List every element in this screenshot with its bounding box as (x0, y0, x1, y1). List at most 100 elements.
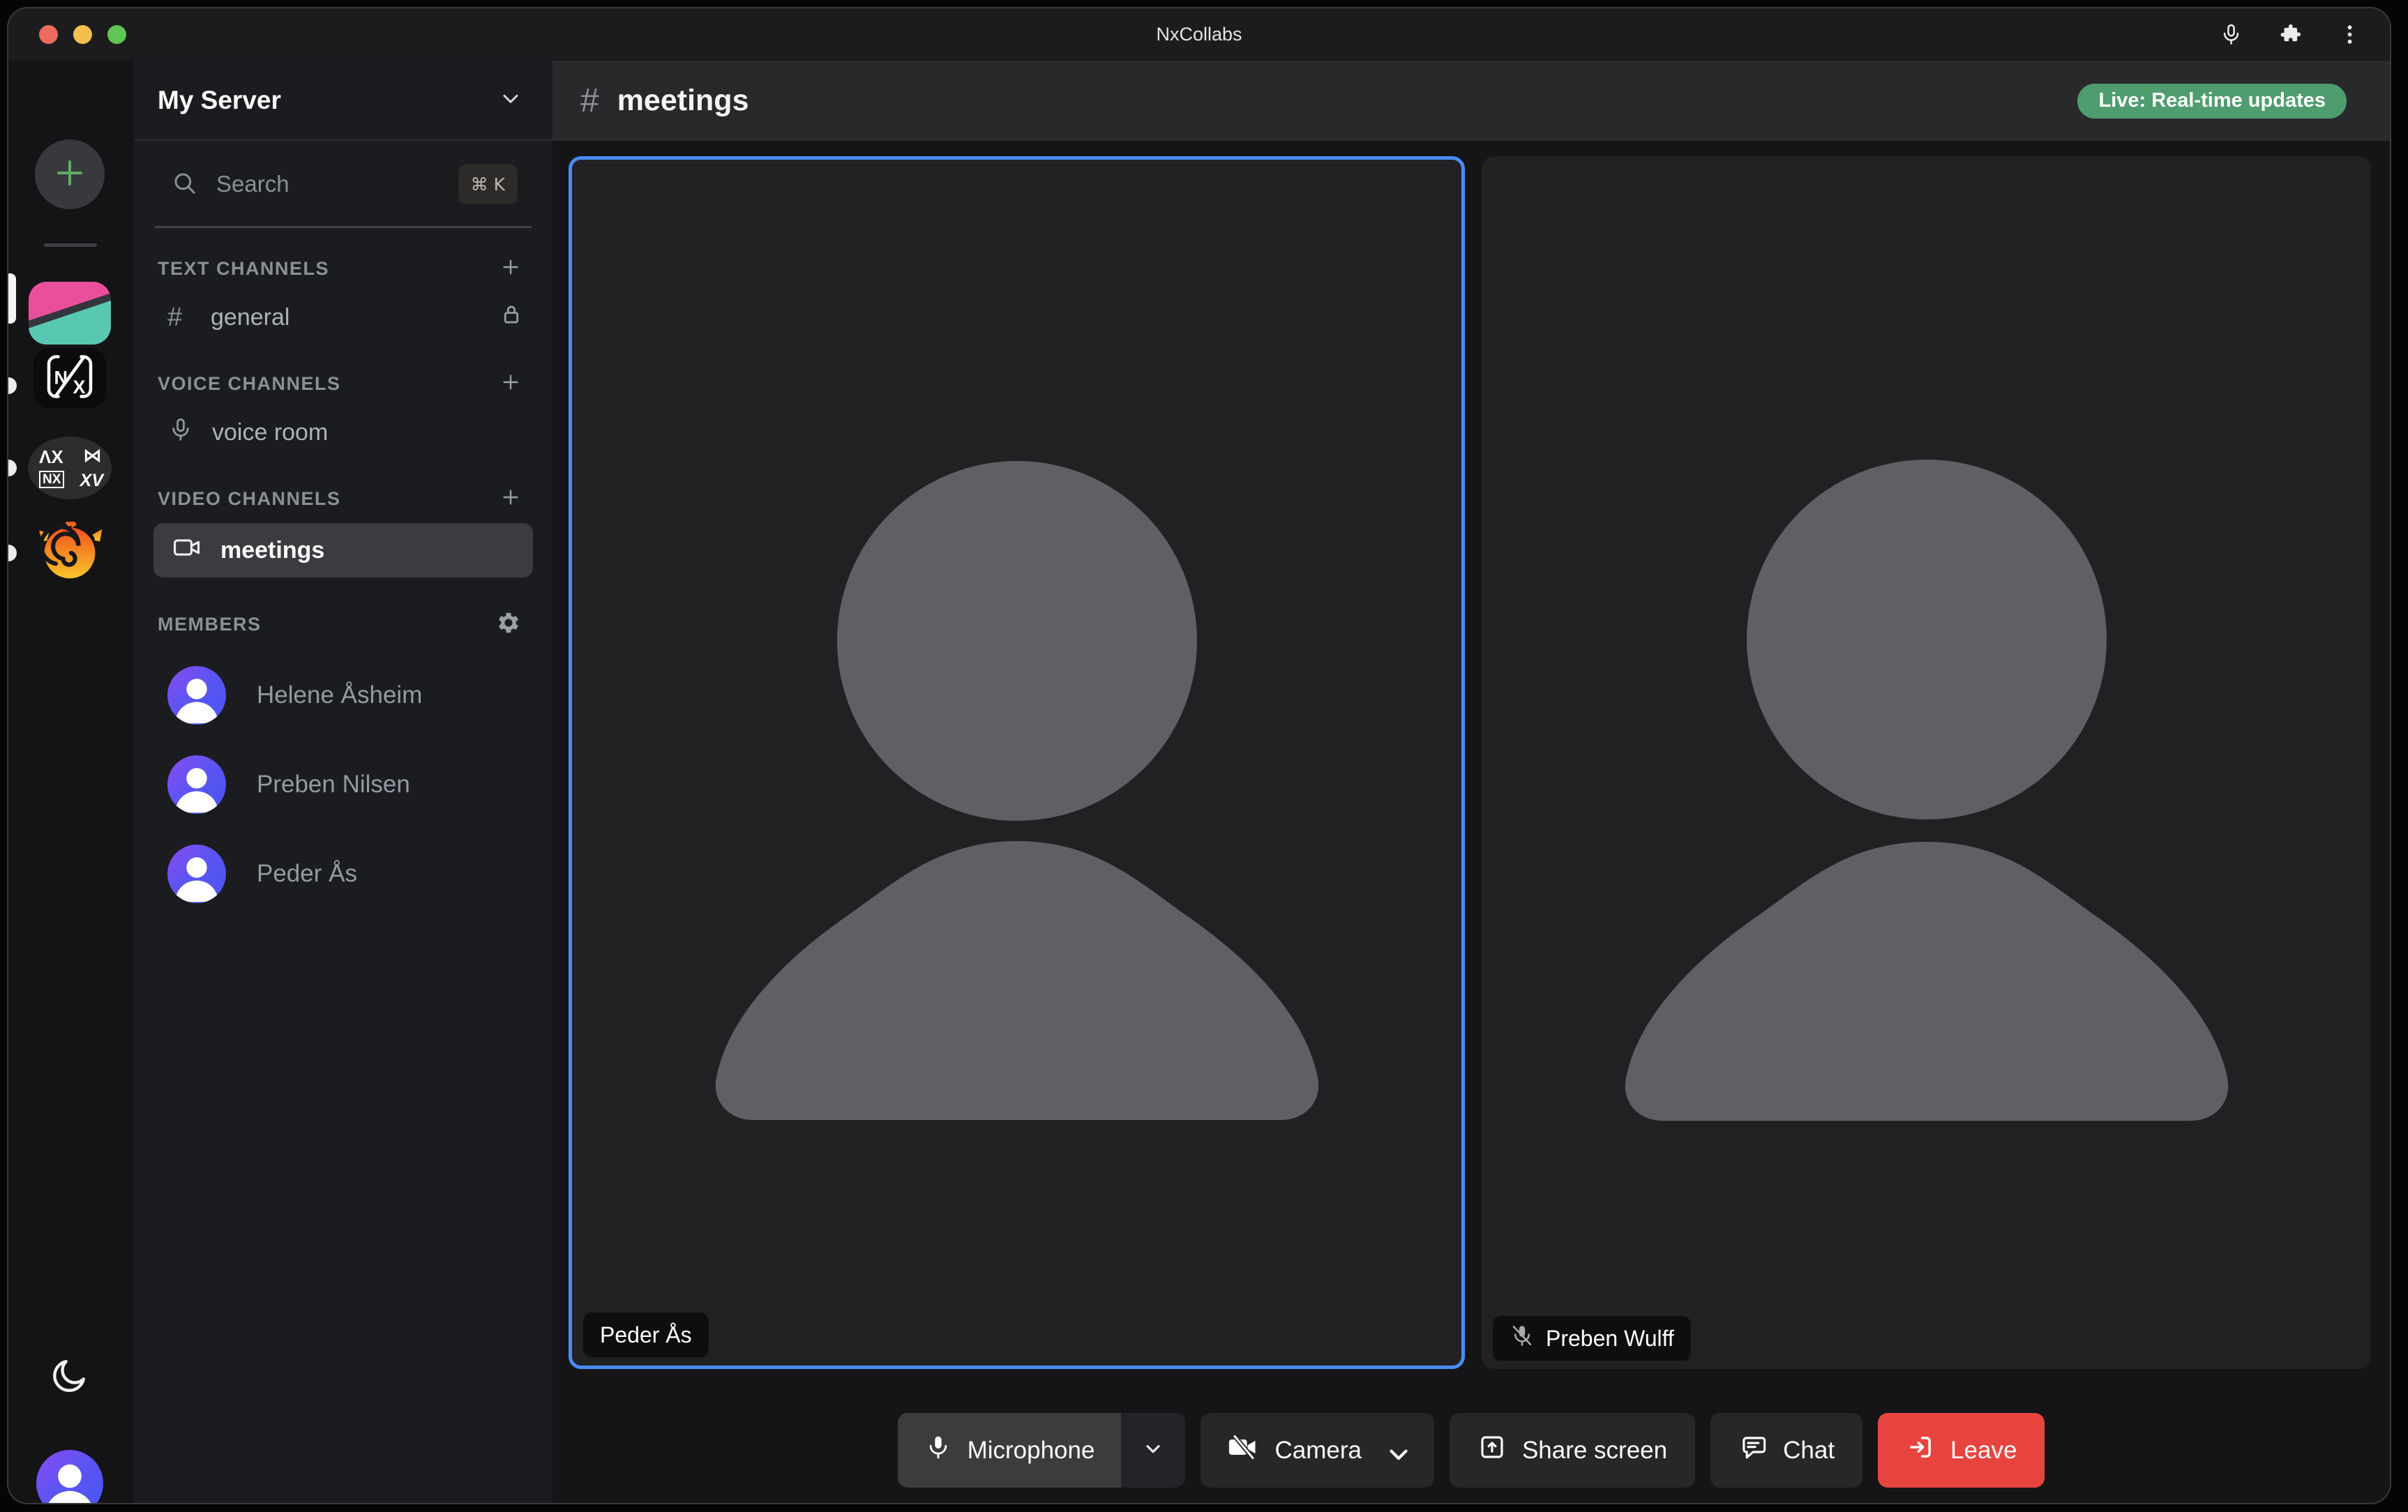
server-icon-nx-collage[interactable]: ΛX ⋈ NX XV (28, 437, 112, 499)
user-avatar[interactable] (36, 1450, 103, 1504)
members-list: Helene Åsheim Preben Nilsen Peder Ås (134, 651, 552, 918)
channel-header: # meetings Live: Real-time updates (552, 61, 2390, 141)
search-shortcut-badge: ⌘ K (458, 164, 518, 204)
screen-share-icon (1477, 1432, 1507, 1468)
voice-channels-section-header: VOICE CHANNELS (134, 371, 552, 397)
channel-name: voice room (212, 419, 328, 446)
titlebar: NxCollabs (8, 8, 2390, 61)
server-icon-grafana[interactable] (31, 522, 109, 584)
unread-dot (8, 460, 17, 476)
microphone-dropdown-button[interactable] (1121, 1413, 1185, 1488)
share-screen-label: Share screen (1522, 1437, 1667, 1465)
page-title: meetings (617, 84, 749, 118)
chat-bubble-icon (1738, 1432, 1768, 1468)
silhouette-head (837, 461, 1197, 821)
silhouette-shoulders (707, 841, 1327, 1120)
member-row[interactable]: Helene Åsheim (134, 651, 552, 740)
chevron-down-icon[interactable] (1384, 1439, 1406, 1462)
plus-icon[interactable] (499, 256, 522, 282)
kebab-menu-icon[interactable] (2338, 22, 2362, 47)
person-icon (167, 755, 226, 814)
app-title: NxCollabs (8, 8, 2390, 61)
microphone-icon (167, 416, 194, 449)
silhouette-shoulders (1616, 842, 2237, 1121)
person-icon (167, 666, 226, 725)
plus-icon[interactable] (499, 486, 522, 512)
svg-text:X: X (73, 377, 86, 398)
participant-name-label: Peder Ås (583, 1313, 709, 1357)
lock-icon (498, 301, 525, 334)
leave-label: Leave (1950, 1437, 2017, 1465)
member-row[interactable]: Preben Nilsen (134, 740, 552, 829)
server-name: My Server (158, 86, 281, 115)
participant-name: Peder Ås (600, 1322, 692, 1348)
server-icon-design[interactable] (29, 282, 111, 345)
unread-dot (8, 545, 17, 561)
theme-toggle-button[interactable] (50, 1355, 90, 1396)
microphone-off-icon (1510, 1323, 1535, 1354)
server-header[interactable]: My Server (134, 61, 552, 141)
members-section-header: MEMBERS (134, 610, 552, 640)
search-placeholder: Search (216, 171, 458, 197)
participant-name: Preben Wulff (1546, 1326, 1674, 1352)
silhouette-head (1747, 460, 2107, 819)
microphone-icon[interactable] (2219, 22, 2243, 47)
search-icon (170, 169, 198, 200)
text-channels-section-header: TEXT CHANNELS (134, 256, 552, 282)
chat-label: Chat (1783, 1437, 1835, 1465)
leave-button[interactable]: Leave (1878, 1413, 2045, 1488)
participant-name-label: Preben Wulff (1493, 1316, 1691, 1361)
section-label: VOICE CHANNELS (158, 373, 341, 395)
divider (155, 226, 532, 228)
microphone-button[interactable]: Microphone (898, 1413, 1122, 1488)
hash-icon: # (167, 303, 193, 333)
channel-name: meetings (220, 537, 324, 564)
leave-call-icon (1906, 1432, 1935, 1468)
video-tile-preben[interactable]: Preben Wulff (1482, 156, 2371, 1369)
moon-icon (50, 1386, 90, 1398)
member-row[interactable]: Peder Ås (134, 829, 552, 918)
app-window: NxCollabs (7, 7, 2391, 1504)
server-icon-nx[interactable]: N X (33, 348, 106, 408)
unread-dot (8, 377, 17, 394)
avatar (167, 755, 226, 814)
camera-label: Camera (1274, 1437, 1361, 1465)
person-icon (167, 845, 226, 903)
rail-divider (44, 243, 97, 247)
server-rail: N X ΛX ⋈ NX XV (8, 61, 134, 1503)
channel-name: general (211, 304, 289, 331)
plus-icon (53, 156, 86, 193)
call-controls: Microphone (552, 1413, 2390, 1488)
main-area: # meetings Live: Real-time updates Peder… (552, 61, 2390, 1503)
video-stage: Peder Ås (569, 156, 2371, 1369)
sidebar-item-voice-room[interactable]: voice room (134, 407, 552, 458)
nx-collage-logo: ΛX ⋈ NX XV (28, 437, 112, 499)
add-server-button[interactable] (35, 139, 105, 209)
video-camera-icon (172, 532, 202, 569)
extensions-puzzle-icon[interactable] (2278, 22, 2303, 47)
chat-button[interactable]: Chat (1710, 1413, 1863, 1488)
avatar (167, 666, 226, 725)
camera-button[interactable]: Camera (1201, 1413, 1433, 1488)
chevron-down-icon (1142, 1437, 1164, 1463)
hash-icon: # (580, 82, 599, 120)
microphone-icon (924, 1433, 952, 1467)
member-name: Preben Nilsen (257, 771, 410, 799)
section-label: VIDEO CHANNELS (158, 488, 341, 510)
microphone-button-group: Microphone (898, 1413, 1186, 1488)
avatar (167, 845, 226, 903)
gear-icon[interactable] (495, 610, 522, 640)
microphone-label: Microphone (968, 1437, 1095, 1465)
channel-sidebar: My Server Search ⌘ K TEXT CHANNELS (134, 61, 552, 1503)
sidebar-item-meetings[interactable]: meetings (153, 523, 533, 577)
svg-text:N: N (54, 367, 68, 388)
search-input[interactable]: Search ⌘ K (134, 159, 552, 209)
section-label: TEXT CHANNELS (158, 258, 329, 280)
plus-icon[interactable] (499, 371, 522, 397)
sidebar-item-general[interactable]: # general (134, 292, 552, 343)
chevron-down-icon (498, 86, 523, 114)
video-tile-peder[interactable]: Peder Ås (569, 156, 1465, 1369)
share-screen-button[interactable]: Share screen (1450, 1413, 1695, 1488)
grafana-flame-logo (38, 522, 102, 584)
member-name: Peder Ås (257, 860, 357, 888)
